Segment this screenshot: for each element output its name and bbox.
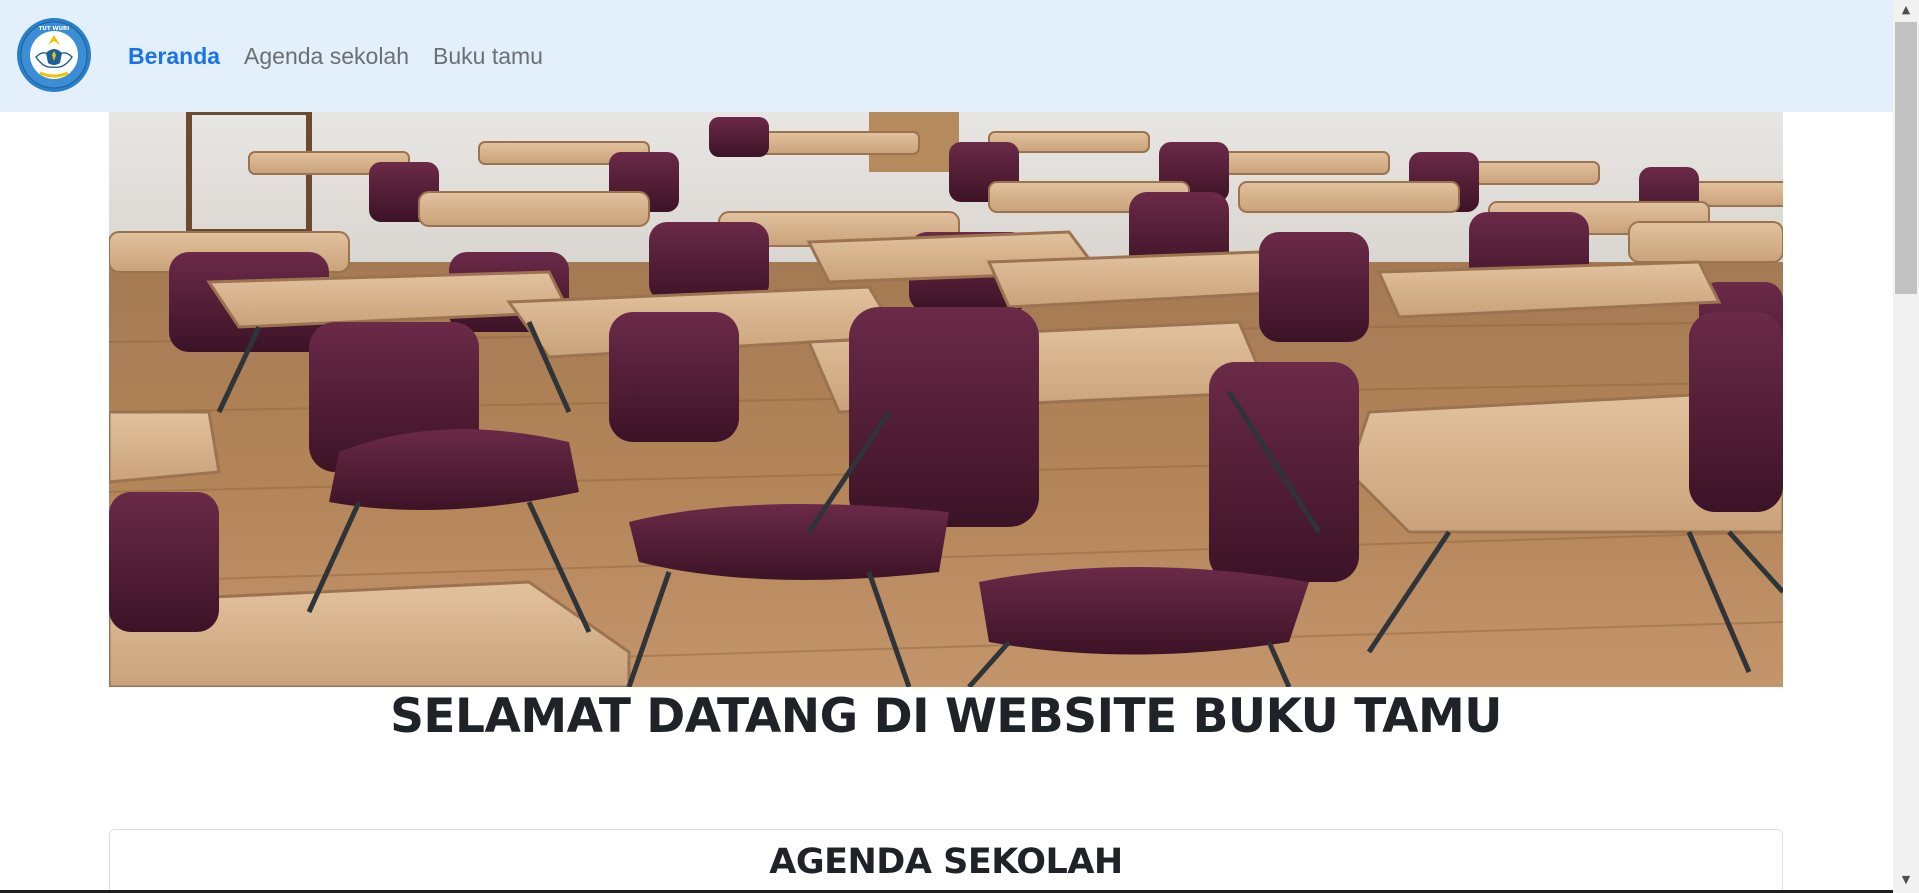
agenda-card: AGENDA SEKOLAH bbox=[109, 829, 1783, 893]
page: TUT WURI Beranda Agenda sekolah Buku tam… bbox=[0, 0, 1919, 893]
nav-links: Beranda Agenda sekolah Buku tamu bbox=[128, 0, 543, 112]
scroll-up-arrow-icon[interactable]: ▲ bbox=[1893, 0, 1919, 20]
navbar: TUT WURI Beranda Agenda sekolah Buku tam… bbox=[0, 0, 1893, 112]
nav-link-beranda[interactable]: Beranda bbox=[128, 43, 220, 70]
welcome-heading: SELAMAT DATANG DI WEBSITE BUKU TAMU bbox=[390, 689, 1502, 744]
hero-image bbox=[109, 112, 1783, 687]
nav-link-buku-tamu[interactable]: Buku tamu bbox=[433, 43, 543, 70]
school-logo-icon[interactable]: TUT WURI bbox=[16, 17, 92, 93]
agenda-title: AGENDA SEKOLAH bbox=[769, 842, 1123, 882]
vertical-scrollbar[interactable]: ▲ ▼ bbox=[1893, 0, 1919, 893]
svg-text:TUT WURI: TUT WURI bbox=[39, 26, 70, 32]
scrollbar-thumb[interactable] bbox=[1895, 22, 1917, 294]
nav-link-agenda-sekolah[interactable]: Agenda sekolah bbox=[244, 43, 409, 70]
scroll-down-arrow-icon[interactable]: ▼ bbox=[1893, 870, 1919, 890]
